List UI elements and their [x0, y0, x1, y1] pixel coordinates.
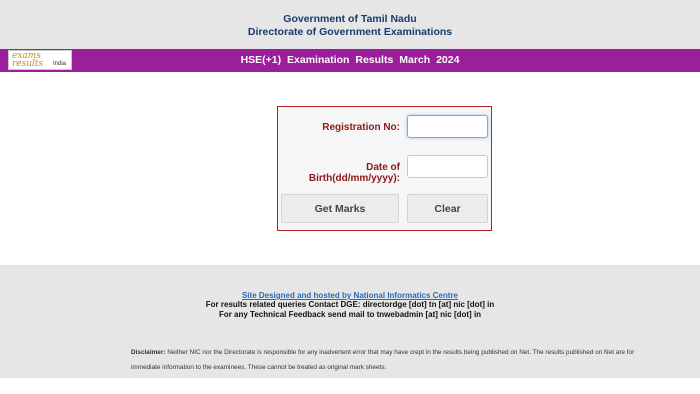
results-banner: HSE(+1) Examination Results March 2024 [0, 49, 700, 72]
results-page: Government of Tamil Nadu Directorate of … [0, 0, 700, 394]
disclaimer-text: Neither NIC nor the Directorate is respo… [131, 349, 635, 371]
disclaimer-label: Disclaimer: [131, 349, 166, 356]
dob-input[interactable] [407, 155, 488, 178]
footer: Site Designed and hosted by National Inf… [0, 265, 700, 378]
header-directorate-title: Directorate of Government Examinations [247, 26, 453, 38]
clear-button[interactable]: Clear [407, 194, 488, 223]
contact-line: For results related queries Contact DGE:… [205, 300, 495, 309]
logo-word-india: India [53, 61, 67, 67]
page-title: HSE(+1) Examination Results March 2024 [240, 54, 460, 66]
logo-word-results: results [12, 59, 44, 69]
registration-label: Registration No: [322, 122, 400, 133]
feedback-line: For any Technical Feedback send mail to … [218, 310, 482, 319]
exams-results-india-logo: exams results India [8, 50, 72, 70]
disclaimer: Disclaimer: Neither NIC nor the Director… [131, 345, 641, 375]
get-marks-button[interactable]: Get Marks [281, 194, 399, 223]
nic-site-link[interactable]: Site Designed and hosted by National Inf… [0, 291, 700, 300]
header-government-title: Government of Tamil Nadu [283, 13, 417, 25]
result-lookup-form: Registration No: Date of Birth(dd/mm/yyy… [277, 106, 492, 231]
dob-label: Date of Birth(dd/mm/yyyy): [308, 162, 400, 184]
registration-input[interactable] [407, 115, 488, 138]
top-header: Government of Tamil Nadu Directorate of … [0, 0, 700, 49]
